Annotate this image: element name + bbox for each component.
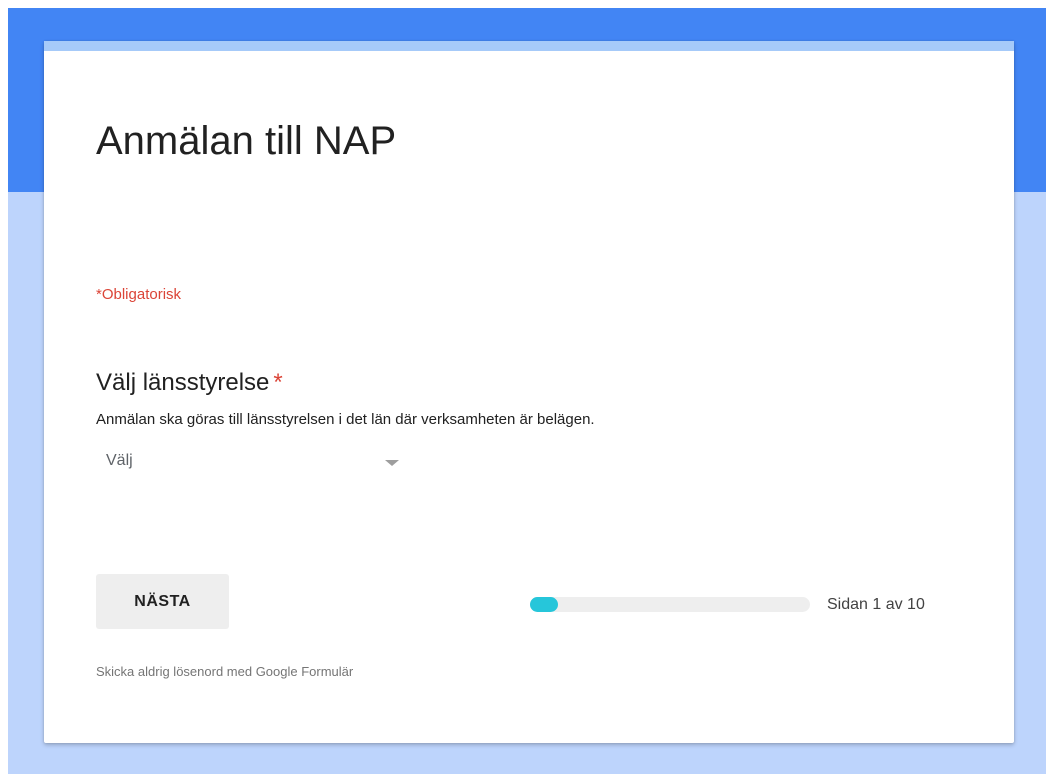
form-card: Anmälan till NAP *Obligatorisk Välj läns… <box>44 41 1014 743</box>
question-title-label: Välj länsstyrelse <box>96 369 270 396</box>
dropdown-arrow-icon <box>385 460 399 466</box>
required-note: *Obligatorisk <box>96 286 182 303</box>
footer-note: Skicka aldrig lösenord med Google Formul… <box>96 664 354 679</box>
progress-bar <box>530 597 810 612</box>
form-title: Anmälan till NAP <box>96 119 397 163</box>
question-description: Anmälan ska göras till länsstyrelsen i d… <box>96 411 595 428</box>
progress-bar-fill <box>530 597 558 612</box>
page-indicator: Sidan 1 av 10 <box>827 596 925 613</box>
county-dropdown[interactable]: Välj <box>96 441 416 481</box>
dropdown-selected-value: Välj <box>106 452 133 469</box>
next-button[interactable]: NÄSTA <box>96 574 229 629</box>
required-marker: * <box>273 369 283 396</box>
card-accent-bar <box>44 41 1014 51</box>
question-title: Välj länsstyrelse * <box>96 369 283 397</box>
